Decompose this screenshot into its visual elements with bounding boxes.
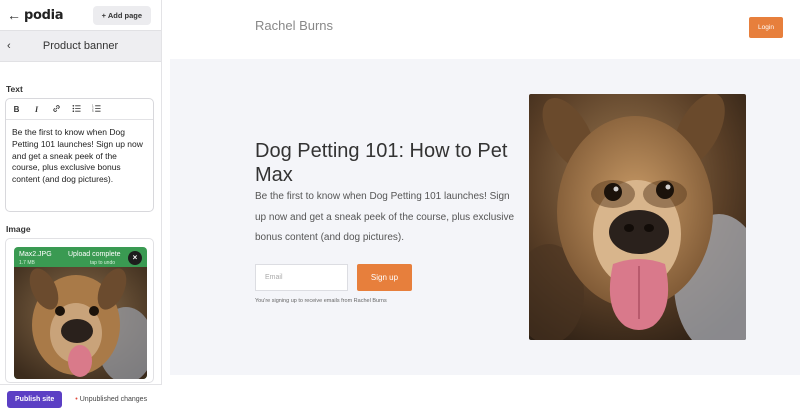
panel-title: Product banner — [42, 40, 119, 52]
product-banner[interactable]: Dog Petting 101: How to Pet Max Be the f… — [170, 59, 800, 375]
dog-banner-image — [529, 94, 746, 340]
unpublished-dot-icon: • — [75, 396, 78, 403]
site-name[interactable]: Rachel Burns — [255, 18, 333, 33]
upload-status: Upload complete — [68, 251, 121, 258]
sidebar-topbar: ← podia + Add page — [0, 0, 161, 30]
svg-text:3: 3 — [92, 109, 94, 113]
upload-undo-link[interactable]: tap to undo — [90, 260, 115, 266]
podia-logo: podia — [24, 7, 64, 23]
unpublished-label: Unpublished changes — [79, 396, 148, 403]
app: ← podia + Add page ‹ Product banner Text… — [0, 0, 800, 414]
bold-icon[interactable]: B — [12, 105, 21, 114]
link-icon[interactable] — [52, 104, 61, 115]
image-upload-card: Max2.JPG 1.7 MB Upload complete tap to u… — [5, 238, 154, 383]
editor-text[interactable]: Be the first to know when Dog Petting 10… — [6, 120, 153, 193]
sidebar-footer: Publish site • Unpublished changes — [0, 384, 162, 414]
italic-icon[interactable]: I — [32, 105, 41, 114]
signup-disclaimer: You're signing up to receive emails from… — [255, 298, 387, 304]
editor-sidebar: ← podia + Add page ‹ Product banner Text… — [0, 0, 162, 414]
banner-subtext: Be the first to know when Dog Petting 10… — [255, 191, 515, 243]
banner-headline: Dog Petting 101: How to Pet Max — [255, 140, 508, 186]
upload-file-name: Max2.JPG — [19, 251, 52, 258]
unpublished-changes-status: • Unpublished changes — [75, 396, 147, 403]
editor-toolbar: B I 123 — [6, 99, 153, 120]
sign-up-button[interactable]: Sign up — [357, 264, 412, 291]
panel-header: ‹ Product banner — [0, 30, 161, 62]
close-icon[interactable]: × — [128, 251, 142, 265]
chevron-left-icon[interactable]: ‹ — [7, 40, 19, 52]
site-preview: Rachel Burns Login Dog Petting 101: How … — [170, 0, 800, 414]
login-button[interactable]: Login — [749, 17, 783, 38]
publish-site-button[interactable]: Publish site — [7, 391, 63, 408]
email-input[interactable]: Email — [255, 264, 348, 291]
image-section-label: Image — [6, 224, 31, 234]
add-page-button[interactable]: + Add page — [92, 5, 151, 25]
upload-tile[interactable]: Max2.JPG 1.7 MB Upload complete tap to u… — [14, 247, 147, 379]
dog-thumbnail-image — [14, 267, 147, 379]
back-arrow-icon[interactable]: ← — [7, 7, 21, 23]
text-section-label: Text — [6, 84, 23, 94]
bulleted-list-icon[interactable] — [72, 104, 81, 115]
upload-file-size: 1.7 MB — [19, 260, 35, 266]
numbered-list-icon[interactable]: 123 — [92, 103, 101, 115]
rich-text-editor[interactable]: B I 123 Be the first to know when Dog Pe… — [5, 98, 154, 212]
